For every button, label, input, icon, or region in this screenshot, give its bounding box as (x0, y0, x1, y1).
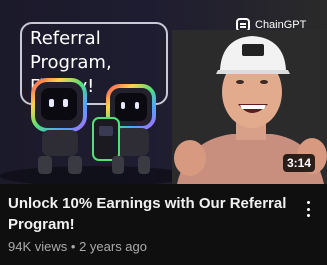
video-thumbnail[interactable]: Referral Program, Finally! ChainGPT (0, 0, 327, 184)
left-robot (31, 78, 87, 174)
more-vert-icon[interactable] (303, 198, 313, 220)
menu-dot (306, 201, 310, 204)
duration-badge: 3:14 (282, 154, 315, 172)
cap-logo (242, 44, 264, 56)
robots-illustration (0, 78, 190, 184)
view-count: 94K views (8, 239, 68, 254)
video-card[interactable]: Referral Program, Finally! ChainGPT (0, 0, 327, 265)
right-robot (92, 84, 156, 174)
menu-dot (306, 207, 310, 211)
meta-separator: • (70, 239, 76, 254)
menu-dot (306, 214, 310, 217)
upload-age: 2 years ago (79, 239, 147, 254)
video-meta: 94K views • 2 years ago (8, 239, 147, 254)
video-title[interactable]: Unlock 10% Earnings with Our Referral Pr… (8, 193, 293, 235)
